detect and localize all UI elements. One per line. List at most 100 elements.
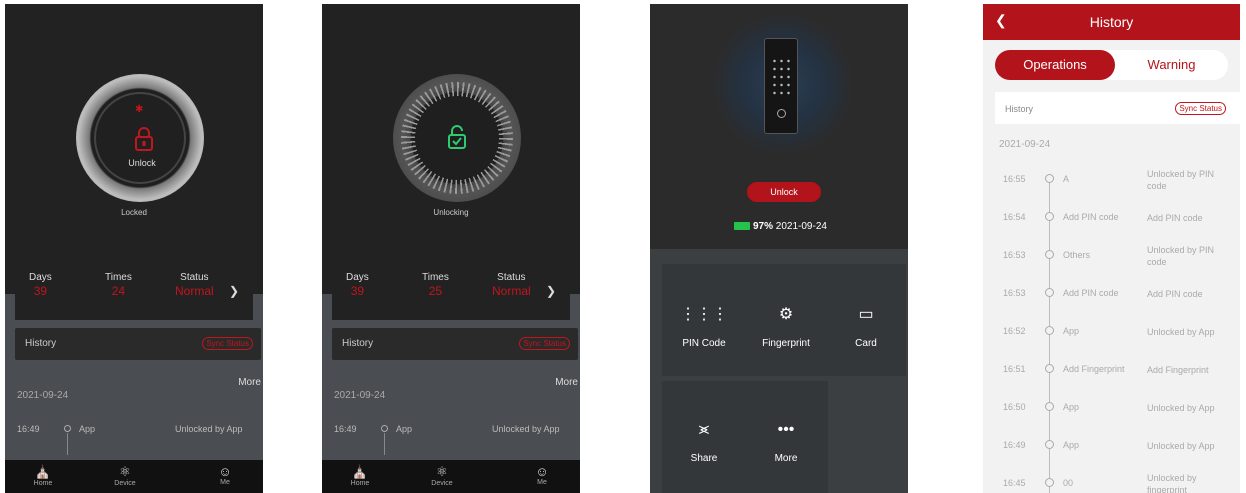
more-button[interactable]: ••• More [744, 381, 828, 493]
status-label: Status [180, 272, 209, 283]
tab-warning[interactable]: Warning [1115, 50, 1228, 80]
tab-me[interactable]: ☺ Me [522, 464, 562, 486]
history-bar[interactable]: History Sync Status [332, 328, 578, 360]
stats-panel[interactable]: Days 39 Times 24 Status Normal ❯ [15, 262, 253, 320]
device-icon: ⚛ [119, 464, 131, 479]
bottom-tab-bar: ⛪ Home ⚛ Device ☺ Me [5, 460, 263, 493]
fingerprint-button[interactable]: ⚙ Fingerprint [744, 264, 828, 376]
history-bar[interactable]: History Sync Status [15, 328, 261, 360]
timeline-dot [64, 425, 71, 432]
list-item: 16:51 Add Fingerprint Add Fingerprint [1003, 364, 1209, 375]
home-icon: ⛪ [351, 464, 369, 479]
pin-code-button[interactable]: ⋮⋮⋮ PIN Code [662, 264, 746, 376]
ring-label: Unlock [128, 158, 156, 168]
list-item: 16:45 00 Unlocked by fingerprint [1003, 473, 1197, 493]
timeline-dot [381, 425, 388, 432]
fingerprint-sensor-icon [777, 109, 786, 118]
card-button[interactable]: ▭ Card [826, 264, 906, 376]
tab-me[interactable]: ☺ Me [205, 464, 245, 486]
log-user: App [396, 424, 413, 434]
battery-icon [734, 222, 750, 231]
home-icon: ⛪ [34, 464, 52, 479]
timeline-dot [1045, 288, 1054, 297]
device-screen: Unlock 97% 2021-09-24 ⋮⋮⋮ PIN Code ⚙ Finge… [650, 4, 908, 493]
list-item: 16:54 Add PIN code Add PIN code [1003, 212, 1203, 223]
list-item: 16:52 App Unlocked by App [1003, 326, 1215, 337]
page-title: History [1089, 14, 1134, 30]
history-tabs: Operations Warning [995, 50, 1228, 80]
user-icon: ☺ [535, 464, 549, 479]
timeline-dot [1045, 478, 1054, 487]
sync-status-button[interactable]: Sync Status [519, 337, 570, 350]
times-label: Times [105, 272, 132, 283]
chevron-right-icon[interactable]: ❯ [229, 284, 239, 298]
tab-home[interactable]: ⛪ Home [340, 464, 380, 487]
unlock-ring[interactable] [393, 74, 521, 202]
list-item: 16:53 Add PIN code Add PIN code [1003, 288, 1203, 299]
more-link[interactable]: More [555, 377, 578, 388]
timeline-line [384, 433, 385, 455]
lock-state-label: Unlocking [433, 208, 469, 217]
more-link[interactable]: More [238, 377, 261, 388]
times-label: Times [422, 272, 449, 283]
home-screen-unlocking: Unlocking Days 39 Times 25 Status Normal ❯ … [322, 4, 580, 493]
battery-status: 97% 2021-09-24 [734, 221, 827, 232]
history-label: History [1005, 104, 1034, 114]
timeline-dot [1045, 326, 1054, 335]
history-date: 2021-09-24 [17, 390, 69, 401]
log-time: 16:49 [17, 424, 40, 434]
days-label: Days [29, 272, 52, 283]
sync-status-button[interactable]: Sync Status [1175, 102, 1226, 115]
sync-status-button[interactable]: Sync Status [202, 337, 253, 350]
days-value: 39 [33, 284, 48, 298]
card-icon: ▭ [858, 306, 874, 323]
timeline-dot [1045, 174, 1054, 183]
history-label: History [25, 338, 57, 349]
lock-state-label: Locked [121, 208, 147, 217]
lock-icon [135, 127, 153, 151]
list-item: 16:50 App Unlocked by App [1003, 402, 1215, 413]
function-grid: ⋮⋮⋮ PIN Code ⚙ Fingerprint ▭ Card ⪤ Share ••… [650, 249, 908, 493]
history-date: 2021-09-24 [999, 139, 1051, 150]
stats-panel[interactable]: Days 39 Times 25 Status Normal ❯ [332, 262, 570, 320]
timeline-dot [1045, 440, 1054, 449]
home-screen-locked: ✱ Unlock Locked Days 39 Times 24 Status Nor… [5, 4, 263, 493]
status-value: Normal [175, 284, 214, 298]
days-label: Days [346, 272, 369, 283]
chevron-right-icon[interactable]: ❯ [546, 284, 556, 298]
tab-home[interactable]: ⛪ Home [23, 464, 63, 487]
tab-device[interactable]: ⚛ Device [105, 464, 145, 487]
tab-device[interactable]: ⚛ Device [422, 464, 462, 487]
list-item: 16:53 Others Unlocked by PIN code [1003, 245, 1215, 267]
log-user: App [79, 424, 96, 434]
keypad-icon: ⋮⋮⋮ [680, 306, 728, 323]
history-screen: ❮ History Operations Warning History Syn… [983, 4, 1240, 493]
tab-operations[interactable]: Operations [995, 50, 1115, 80]
history-header: ❮ History [983, 4, 1240, 40]
fingerprint-icon: ⚙ [778, 306, 794, 323]
share-button[interactable]: ⪤ Share [662, 381, 746, 493]
battery-date: 2021-09-24 [775, 221, 827, 232]
timeline-dot [1045, 250, 1054, 259]
history-date: 2021-09-24 [334, 390, 386, 401]
list-item: 16:55 A Unlocked by PIN code [1003, 169, 1215, 191]
timeline-line [67, 433, 68, 455]
bottom-tab-bar: ⛪ Home ⚛ Device ☺ Me [322, 460, 580, 493]
status-label: Status [497, 272, 526, 283]
bluetooth-icon: ✱ [135, 104, 144, 115]
unlock-button[interactable]: Unlock [747, 182, 821, 202]
history-bar: History Sync Status [995, 92, 1240, 124]
times-value: 25 [428, 284, 443, 298]
history-label: History [342, 338, 374, 349]
smart-lock-image [764, 38, 798, 134]
log-op: Unlocked by App [492, 424, 560, 434]
share-icon: ⪤ [698, 421, 710, 438]
more-dots-icon: ••• [777, 421, 795, 438]
unlock-ring[interactable]: ✱ Unlock [76, 74, 204, 202]
log-time: 16:49 [334, 424, 357, 434]
battery-percent: 97% [753, 221, 774, 232]
device-icon: ⚛ [436, 464, 448, 479]
status-value: Normal [492, 284, 531, 298]
times-value: 24 [111, 284, 126, 298]
timeline-dot [1045, 402, 1054, 411]
